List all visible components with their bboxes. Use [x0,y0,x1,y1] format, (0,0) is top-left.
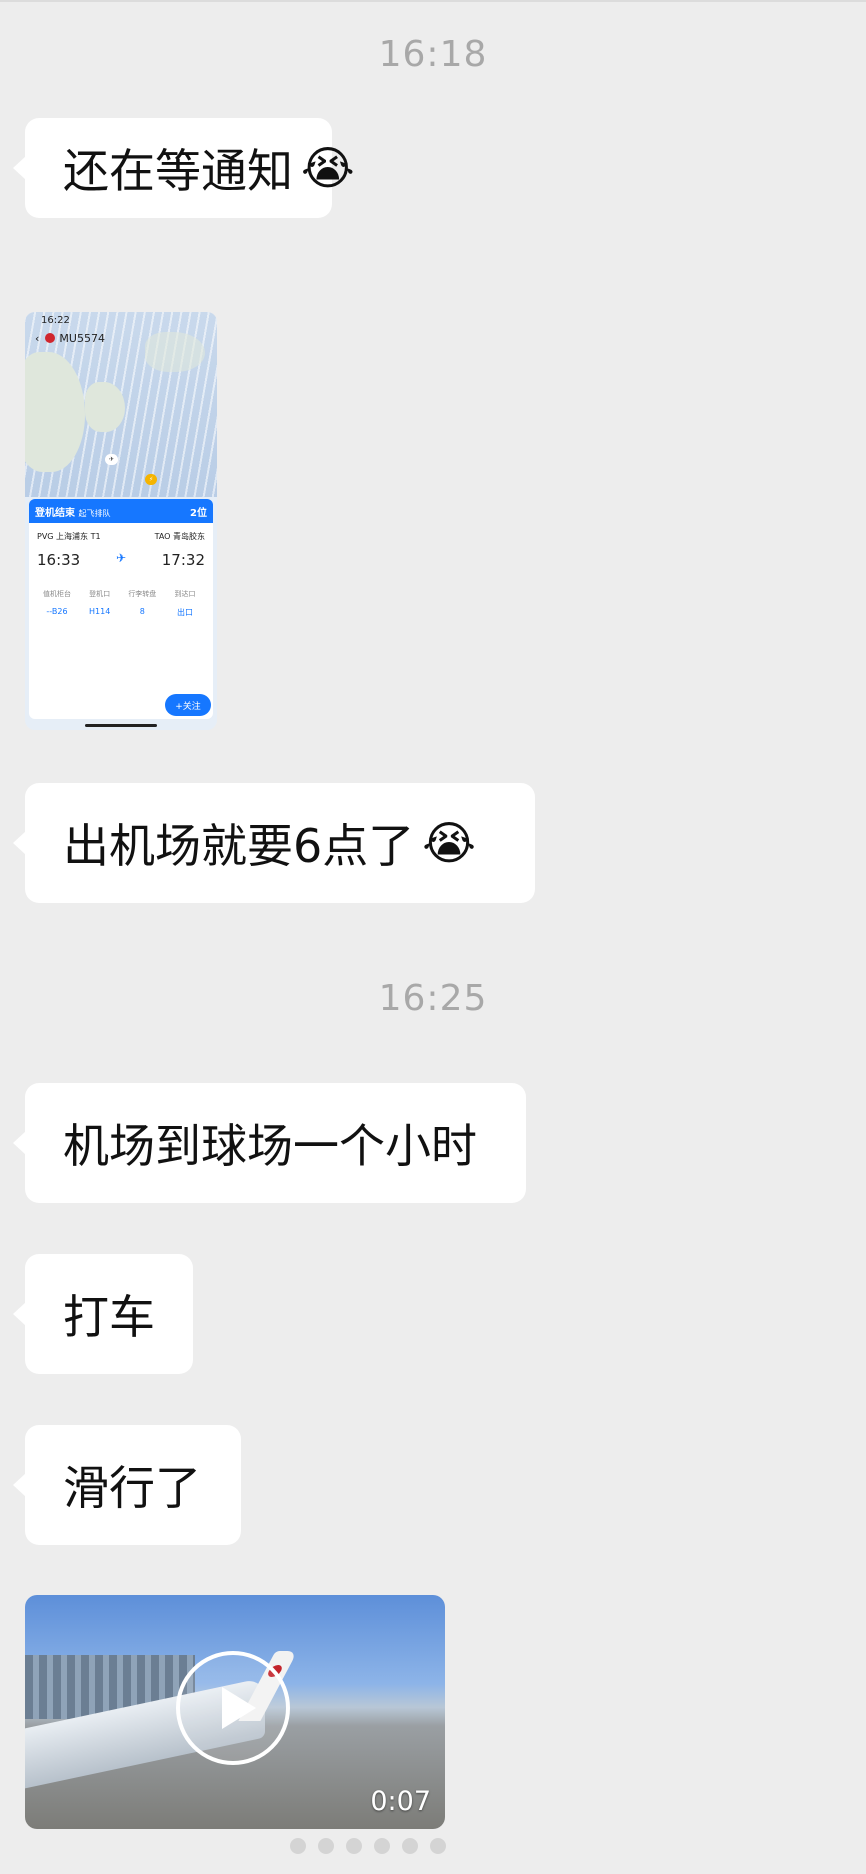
route-pill: ✈ [105,454,119,465]
grid-value: 出口 [176,608,193,617]
grid-value: 8 [139,607,145,616]
arrival-time: 17:32 [161,551,205,569]
flight-header: ‹ MU5574 [29,328,213,348]
grid-label: 值机柜台 [43,590,71,598]
plane-icon: ✈ [115,551,127,565]
queue-position: 2位 [190,507,207,519]
departure-airport: PVG 上海浦东 T1 [37,532,101,541]
departure-time: 16:33 [37,551,81,569]
status-pill: ⚡ [145,474,158,485]
grid-label: 到达口 [174,590,196,598]
home-indicator [85,724,157,727]
message-bubble[interactable]: 机场到球场一个小时 [13,1083,526,1203]
play-icon[interactable] [176,1651,290,1765]
message-text: 打车 [63,1290,155,1344]
back-icon: ‹ [35,331,40,345]
timestamp: 16:25 [378,978,488,1019]
message-text: 机场到球场一个小时 [63,1119,477,1173]
airline-logo-icon [45,333,56,343]
watermark [290,1838,540,1864]
message-bubble[interactable]: 出机场就要6点了 😭 [13,783,535,903]
message-text: 出机场就要6点了 [63,819,415,873]
top-divider [0,0,866,2]
grid-value: --B26 [46,607,68,616]
flight-number: MU5574 [59,331,105,345]
arrival-airport: TAO 青岛胶东 [154,532,205,541]
message-bubble[interactable]: 滑行了 [13,1425,241,1545]
message-bubble[interactable]: 还在等通知 😭 [13,118,355,218]
grid-value: H114 [89,607,111,616]
message-bubble[interactable]: 打车 [13,1254,193,1374]
boarding-status-bar: 登机结束 起飞排队 2位 [29,499,213,523]
message-text: 还在等通知 [63,144,293,198]
crying-face-icon: 😭 [422,816,477,870]
follow-button: +关注 [165,694,211,716]
flight-screenshot-thumbnail[interactable]: ✈ ⚡ 16:22 ‹ MU5574 登机结束 起飞排队 2位 PVG 上海浦东… [25,312,217,730]
crying-face-icon: 😭 [301,141,355,195]
boarding-status: 登机结束 [35,507,75,519]
flight-card: PVG 上海浦东 T1 TAO 青岛胶东 16:33 ✈ 17:32 值机柜台 … [29,523,213,719]
timestamp: 16:18 [378,34,488,75]
video-duration: 0:07 [370,1786,431,1817]
message-text: 滑行了 [63,1461,201,1515]
grid-label: 行李转盘 [128,590,157,598]
grid-label: 登机口 [89,590,111,598]
video-message[interactable]: 0:07 [25,1595,445,1829]
queue-status: 起飞排队 [78,508,111,518]
